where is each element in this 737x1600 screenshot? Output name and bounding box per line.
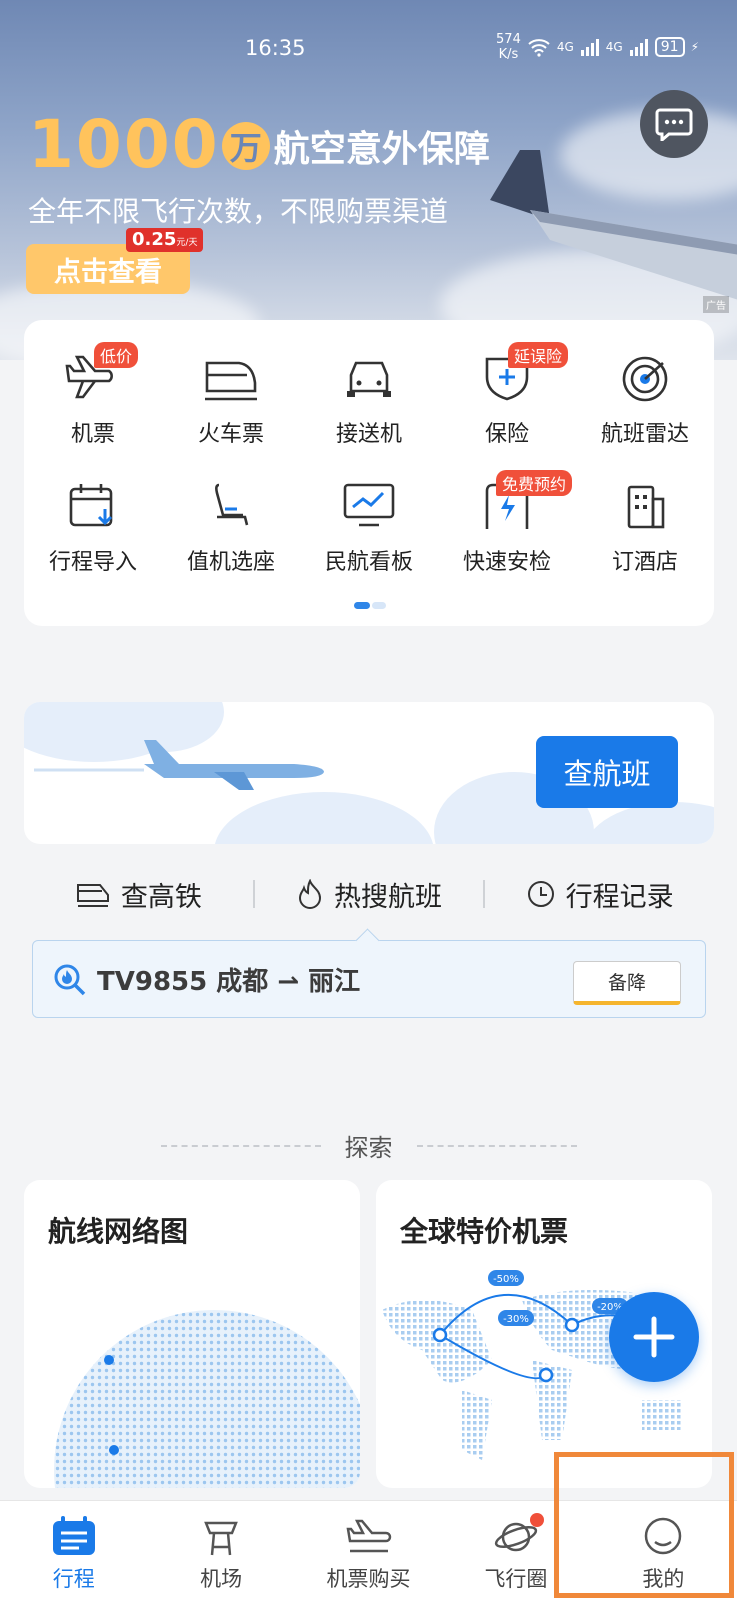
promo-title: 航空意外保障 bbox=[273, 129, 490, 170]
promo-unit: 万 bbox=[221, 122, 270, 170]
network-speed: 574 K/s bbox=[496, 32, 521, 62]
nav-label: 机票购买 bbox=[326, 1567, 411, 1591]
discount-tag: -50% bbox=[493, 1274, 519, 1285]
service-grid: 机票 低价火车票 接送机 保险 延误险航班雷达行程导入 值机选座 民航看板 快速安检 免费预约订… bbox=[24, 320, 714, 598]
status-time: 16:35 bbox=[245, 36, 306, 60]
airport-tower-icon bbox=[204, 1521, 238, 1556]
nav-item-airport[interactable]: 机场 bbox=[147, 1501, 294, 1600]
train-outline-icon bbox=[76, 884, 109, 907]
radar-icon bbox=[615, 348, 675, 408]
promo-tag: 低价 bbox=[94, 342, 139, 368]
monitor-chart-icon bbox=[339, 476, 399, 536]
seat-icon bbox=[201, 476, 261, 536]
flight-search-card[interactable]: 查航班 bbox=[24, 702, 714, 844]
battery-level: 91 bbox=[654, 37, 685, 57]
service-item-plane[interactable]: 机票 低价 bbox=[24, 342, 162, 470]
nav-label: 行程 bbox=[52, 1567, 95, 1591]
airplane-wing-image bbox=[490, 150, 737, 300]
link-high-speed-rail[interactable]: 查高铁 bbox=[24, 875, 253, 914]
service-label: 航班雷达 bbox=[600, 422, 689, 447]
global-deals-title: 全球特价机票 bbox=[400, 1215, 569, 1248]
ad-banner[interactable]: 16:35 574 K/s 4G 4G 91 ⚡ 1000 万 航空意外保障 全年… bbox=[0, 0, 737, 360]
service-item-seat[interactable]: 值机选座 bbox=[162, 470, 300, 598]
wifi-icon bbox=[528, 39, 550, 57]
signal-2-icon bbox=[629, 39, 648, 56]
link-label: 查高铁 bbox=[120, 881, 202, 913]
service-label: 值机选座 bbox=[186, 550, 275, 575]
service-label: 机票 bbox=[70, 422, 115, 447]
link-label: 行程记录 bbox=[565, 881, 674, 913]
nav-item-itinerary[interactable]: 行程 bbox=[0, 1501, 147, 1600]
calendar-import-icon bbox=[63, 476, 123, 536]
service-label: 保险 bbox=[484, 422, 529, 447]
service-label: 民航看板 bbox=[324, 550, 413, 575]
signal-1-label: 4G bbox=[556, 40, 574, 54]
link-hot-flights[interactable]: 热搜航班 bbox=[255, 875, 484, 914]
car-icon bbox=[339, 348, 399, 408]
route-network-card[interactable]: 航线网络图 bbox=[24, 1180, 360, 1488]
highlight-frame bbox=[554, 1452, 734, 1598]
plus-icon bbox=[633, 1316, 675, 1358]
service-item-calendar-import[interactable]: 行程导入 bbox=[24, 470, 162, 598]
customer-service-button[interactable] bbox=[640, 90, 708, 158]
discount-tag: -30% bbox=[503, 1314, 529, 1325]
nav-label: 飞行圈 bbox=[484, 1567, 548, 1591]
service-item-shield[interactable]: 保险 延误险 bbox=[438, 342, 576, 470]
promo-headline: 1000 万 航空意外保障 bbox=[28, 112, 490, 178]
service-item-train[interactable]: 火车票 bbox=[162, 342, 300, 470]
notification-dot bbox=[530, 1513, 545, 1527]
service-item-hotel[interactable]: 订酒店 bbox=[576, 470, 714, 598]
service-item-monitor-chart[interactable]: 民航看板 bbox=[300, 470, 438, 598]
service-label: 火车票 bbox=[197, 422, 264, 447]
service-label: 行程导入 bbox=[48, 550, 137, 575]
service-label: 订酒店 bbox=[611, 550, 678, 575]
flight-status-badge: 备降 bbox=[573, 961, 681, 1005]
service-item-car[interactable]: 接送机 bbox=[300, 342, 438, 470]
service-label: 快速安检 bbox=[462, 550, 551, 575]
chat-bubble-icon bbox=[655, 108, 693, 141]
nav-item-buy-ticket[interactable]: 机票购买 bbox=[295, 1501, 442, 1600]
page-indicator bbox=[354, 602, 386, 609]
promo-tag: 延误险 bbox=[508, 342, 569, 368]
train-icon bbox=[201, 348, 261, 408]
flame-icon bbox=[298, 879, 322, 909]
explore-header: 探索 bbox=[0, 1128, 737, 1163]
ad-label: 广告 bbox=[703, 296, 729, 313]
itinerary-icon bbox=[52, 1516, 95, 1555]
hot-search-icon bbox=[54, 964, 86, 996]
hot-flight-item[interactable]: TV9855 成都 ⇀ 丽江 备降 bbox=[32, 940, 706, 1018]
clock-icon bbox=[527, 881, 554, 907]
route-network-title: 航线网络图 bbox=[48, 1215, 189, 1248]
signal-1-icon bbox=[580, 39, 599, 56]
plane-ticket-icon bbox=[346, 1519, 391, 1553]
airplane-illustration-icon bbox=[34, 740, 324, 790]
search-flight-button[interactable]: 查航班 bbox=[536, 736, 678, 808]
link-label: 热搜航班 bbox=[334, 881, 442, 913]
promo-price-badge: 0.25元/天 bbox=[126, 228, 204, 252]
service-item-radar[interactable]: 航班雷达 bbox=[576, 342, 714, 470]
nav-label: 机场 bbox=[200, 1567, 243, 1591]
globe-icon bbox=[54, 1310, 360, 1488]
signal-2-label: 4G bbox=[605, 40, 623, 54]
hotel-icon bbox=[615, 476, 675, 536]
hot-flight-text: TV9855 成都 ⇀ 丽江 bbox=[97, 967, 361, 997]
service-item-security-check[interactable]: 快速安检 免费预约 bbox=[438, 470, 576, 598]
promo-subtitle: 全年不限飞行次数，不限购票渠道 bbox=[28, 195, 449, 228]
promo-amount: 1000 bbox=[28, 106, 220, 183]
explore-label: 探索 bbox=[344, 1134, 393, 1162]
service-grid-card: 机票 低价火车票 接送机 保险 延误险航班雷达行程导入 值机选座 民航看板 快速安检 免费预约订… bbox=[24, 320, 714, 626]
charging-icon: ⚡ bbox=[690, 40, 699, 54]
promo-tag: 免费预约 bbox=[496, 470, 573, 496]
service-label: 接送机 bbox=[335, 422, 402, 447]
quick-links: 查高铁 热搜航班 行程记录 bbox=[24, 872, 714, 916]
status-bar: 16:35 574 K/s 4G 4G 91 ⚡ bbox=[0, 32, 737, 66]
add-fab-button[interactable] bbox=[609, 1292, 699, 1382]
link-trip-records[interactable]: 行程记录 bbox=[485, 875, 714, 914]
